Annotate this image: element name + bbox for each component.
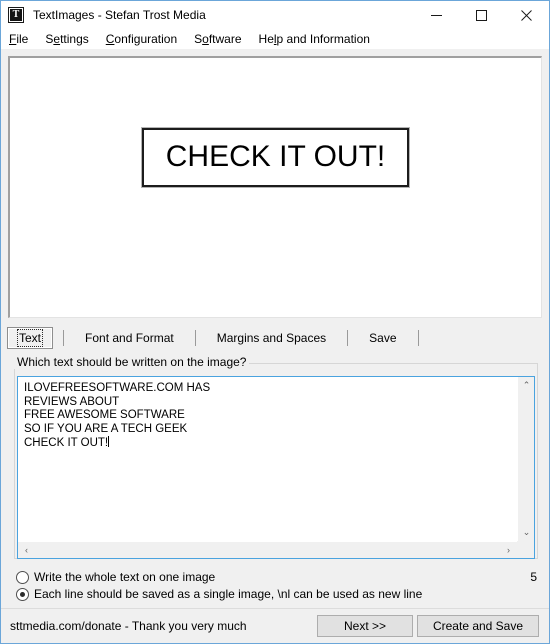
menu-bar: File Settings Configuration Software Hel… — [1, 29, 549, 49]
maximize-button[interactable] — [459, 1, 504, 29]
window-controls — [414, 1, 549, 29]
menu-software-pre: S — [194, 32, 203, 46]
menu-item-help-and-information[interactable]: Help and Information — [259, 29, 370, 49]
tab-margins-and-spaces[interactable]: Margins and Spaces — [206, 327, 337, 349]
tab-text[interactable]: Text — [7, 327, 54, 349]
preview-canvas: CHECK IT OUT! — [10, 58, 541, 317]
menu-help-post: p and Information — [276, 32, 370, 46]
app-text-icon: T — [8, 7, 24, 23]
text-editor[interactable]: ILOVEFREESOFTWARE.COM HAS REVIEWS ABOUT … — [17, 376, 535, 559]
menu-item-settings[interactable]: Settings — [45, 29, 88, 49]
tab-save[interactable]: Save — [358, 327, 407, 349]
tab-margins-and-spaces-label: Margins and Spaces — [216, 331, 327, 345]
create-and-save-button[interactable]: Create and Save — [417, 615, 539, 637]
line-count-value: 5 — [530, 570, 537, 584]
tab-font-and-format[interactable]: Font and Format — [74, 327, 185, 349]
scroll-right-icon[interactable]: › — [500, 542, 517, 559]
tab-separator-1 — [63, 330, 65, 346]
menu-settings-post: ttings — [60, 32, 89, 46]
text-editor-value: ILOVEFREESOFTWARE.COM HAS REVIEWS ABOUT … — [24, 382, 211, 450]
minimize-icon — [431, 14, 442, 16]
title-bar: T TextImages - Stefan Trost Media — [1, 1, 549, 29]
application-window: T TextImages - Stefan Trost Media File S… — [0, 0, 550, 644]
menu-configuration-post: onfiguration — [114, 32, 178, 46]
scroll-left-icon[interactable]: ‹ — [18, 542, 35, 559]
menu-software-accel: o — [202, 32, 209, 46]
minimize-button[interactable] — [414, 1, 459, 29]
tab-text-label: Text — [16, 329, 44, 347]
radio-each-line-single-image-indicator[interactable] — [16, 587, 29, 601]
text-editor-content: ILOVEFREESOFTWARE.COM HAS REVIEWS ABOUT … — [24, 382, 515, 451]
tab-strip: Text Font and Format Margins and Spaces … — [7, 327, 545, 349]
maximize-icon — [476, 9, 487, 21]
tab-separator-3 — [347, 330, 349, 346]
next-button[interactable]: Next >> — [317, 615, 413, 637]
radio-each-line-single-image[interactable]: Each line should be saved as a single im… — [16, 587, 422, 601]
close-button[interactable] — [504, 1, 549, 29]
image-preview-panel[interactable]: CHECK IT OUT! — [8, 56, 542, 318]
status-bar-text: sttmedia.com/donate - Thank you very muc… — [10, 619, 247, 633]
menu-software-post: ftware — [208, 32, 242, 46]
scroll-down-icon[interactable]: ⌄ — [518, 524, 535, 541]
vertical-scrollbar[interactable]: ⌃ ⌄ — [517, 377, 534, 541]
window-title: TextImages - Stefan Trost Media — [33, 8, 206, 22]
text-caret — [108, 436, 110, 448]
horizontal-scrollbar[interactable]: ‹ › — [18, 541, 517, 558]
menu-item-configuration[interactable]: Configuration — [106, 29, 177, 49]
radio-write-whole-text-label: Write the whole text on one image — [34, 570, 216, 584]
status-bar: sttmedia.com/donate - Thank you very muc… — [1, 609, 549, 643]
close-icon — [521, 9, 532, 21]
radio-write-whole-text[interactable]: Write the whole text on one image — [16, 570, 215, 584]
menu-item-software[interactable]: Software — [194, 29, 241, 49]
radio-write-whole-text-indicator[interactable] — [16, 570, 29, 584]
tab-separator-4 — [417, 330, 419, 346]
menu-file-post: ile — [16, 32, 29, 46]
menu-help-pre: He — [258, 32, 274, 46]
scroll-up-icon[interactable]: ⌃ — [518, 377, 535, 394]
tab-separator-2 — [194, 330, 196, 346]
app-icon-letter: T — [12, 9, 20, 20]
text-group-box-label: Which text should be written on the imag… — [14, 355, 250, 369]
tab-save-label: Save — [369, 331, 397, 345]
tab-font-and-format-label: Font and Format — [85, 331, 174, 345]
radio-each-line-single-image-label: Each line should be saved as a single im… — [34, 587, 423, 601]
scrollbar-corner — [517, 541, 534, 558]
menu-item-file[interactable]: File — [9, 29, 28, 49]
preview-generated-image: CHECK IT OUT! — [140, 127, 411, 188]
